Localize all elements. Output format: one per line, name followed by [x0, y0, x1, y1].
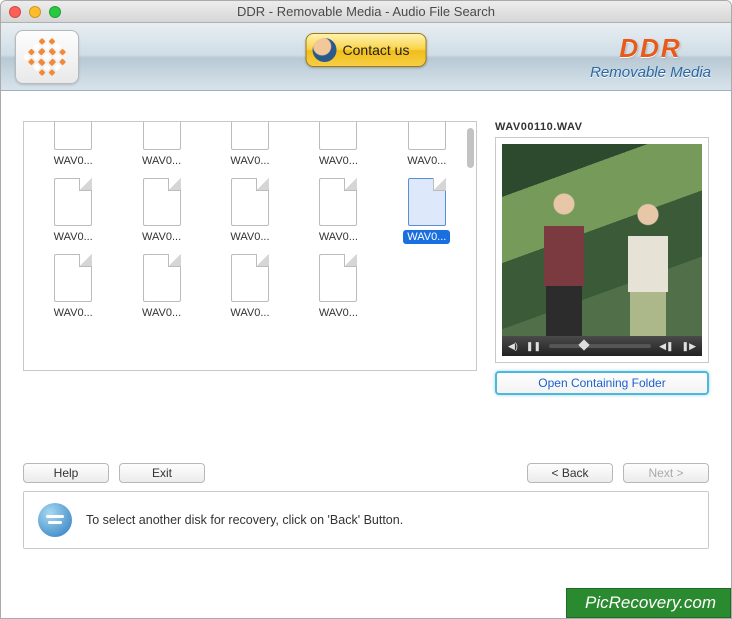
document-icon — [223, 250, 277, 304]
open-containing-folder-button[interactable]: Open Containing Folder — [495, 371, 709, 395]
next-button[interactable]: Next > — [623, 463, 709, 483]
file-item[interactable]: WAV0... — [301, 126, 375, 168]
media-controls: ◀) ❚❚ ◀❚ ❚▶ — [502, 336, 702, 356]
file-label: WAV0... — [315, 230, 362, 244]
watermark-label: PicRecovery.com — [566, 588, 731, 618]
file-label: WAV0... — [315, 154, 362, 168]
document-icon — [46, 250, 100, 304]
file-item[interactable]: WAV0... — [213, 126, 287, 168]
file-label: WAV0... — [226, 230, 273, 244]
file-item[interactable]: WAV0... — [36, 126, 110, 168]
prev-icon[interactable]: ◀❚ — [659, 341, 673, 352]
file-label: WAV0... — [403, 154, 450, 168]
document-icon — [311, 121, 365, 152]
file-item[interactable]: WAV0... — [213, 174, 287, 244]
file-label: WAV0... — [226, 154, 273, 168]
back-button[interactable]: < Back — [527, 463, 613, 483]
file-item[interactable]: WAV0... — [36, 174, 110, 244]
document-icon — [223, 174, 277, 228]
file-label: WAV0... — [50, 306, 97, 320]
preview-thumbnail — [502, 144, 702, 336]
document-icon — [400, 174, 454, 228]
window-title: DDR - Removable Media - Audio File Searc… — [1, 4, 731, 19]
document-icon — [46, 121, 100, 152]
file-label: WAV0... — [403, 230, 450, 244]
file-label: WAV0... — [315, 306, 362, 320]
preview-filename: WAV00110.WAV — [495, 121, 709, 138]
file-label: WAV0... — [138, 154, 185, 168]
help-button[interactable]: Help — [23, 463, 109, 483]
titlebar: DDR - Removable Media - Audio File Searc… — [1, 1, 731, 23]
seek-slider[interactable] — [549, 344, 651, 348]
preview-person-icon — [620, 198, 676, 336]
header-banner: Contact us DDR Removable Media — [1, 23, 731, 91]
person-icon — [313, 38, 337, 62]
document-icon — [311, 250, 365, 304]
info-panel: To select another disk for recovery, cli… — [23, 491, 709, 549]
preview-person-icon — [536, 186, 592, 336]
file-label: WAV0... — [138, 230, 185, 244]
app-logo — [15, 30, 79, 84]
document-icon — [135, 250, 189, 304]
file-results-pane: WAV0... WAV0... WAV0... WAV0... WAV0... … — [23, 121, 477, 371]
volume-icon[interactable]: ◀) — [508, 341, 518, 352]
document-icon — [223, 121, 277, 152]
file-label: WAV0... — [50, 154, 97, 168]
brand-subtitle: Removable Media — [590, 64, 711, 81]
file-item[interactable]: WAV0... — [301, 250, 375, 320]
file-item[interactable]: WAV0... — [124, 126, 198, 168]
file-item[interactable]: WAV0... — [301, 174, 375, 244]
preview-box: ◀) ❚❚ ◀❚ ❚▶ — [495, 137, 709, 363]
pause-icon[interactable]: ❚❚ — [526, 341, 541, 352]
file-item[interactable]: WAV0... — [124, 174, 198, 244]
file-item[interactable]: WAV0... — [124, 250, 198, 320]
logo-pattern-icon — [23, 32, 71, 80]
file-item-selected[interactable]: WAV0... — [390, 174, 464, 244]
document-icon — [135, 174, 189, 228]
document-icon — [135, 121, 189, 152]
contact-us-button[interactable]: Contact us — [306, 33, 427, 67]
file-label: WAV0... — [138, 306, 185, 320]
info-message: To select another disk for recovery, cli… — [86, 513, 403, 527]
file-item[interactable]: WAV0... — [213, 250, 287, 320]
file-item[interactable]: WAV0... — [390, 126, 464, 168]
file-label: WAV0... — [50, 230, 97, 244]
document-icon — [311, 174, 365, 228]
document-icon — [400, 121, 454, 152]
chat-bubble-icon — [38, 503, 72, 537]
exit-button[interactable]: Exit — [119, 463, 205, 483]
scrollbar-thumb[interactable] — [467, 128, 474, 168]
contact-us-label: Contact us — [343, 42, 410, 58]
next-icon[interactable]: ❚▶ — [682, 341, 696, 352]
document-icon — [46, 174, 100, 228]
file-label: WAV0... — [226, 306, 273, 320]
file-item[interactable]: WAV0... — [36, 250, 110, 320]
brand-title: DDR — [590, 33, 711, 64]
